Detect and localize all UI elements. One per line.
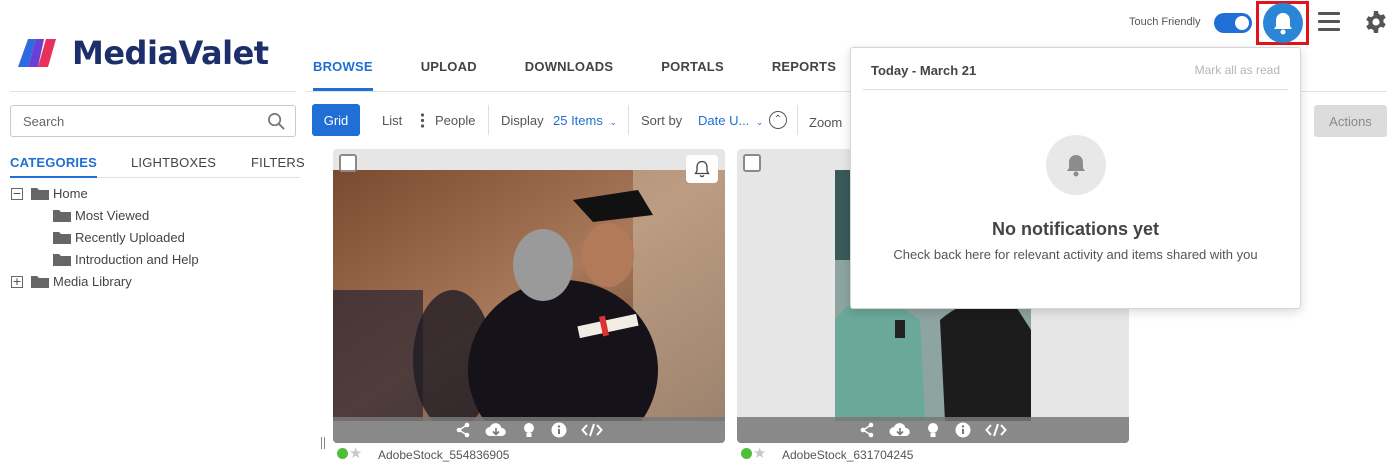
notifications-date-header: Today - March 21	[871, 63, 977, 78]
embed-code-icon[interactable]	[581, 422, 603, 438]
expand-icon[interactable]: +	[11, 275, 23, 288]
tree-item-label: Most Viewed	[75, 208, 150, 223]
star-icon[interactable]: ★	[753, 444, 766, 462]
search-box	[10, 105, 296, 137]
download-cloud-icon[interactable]	[485, 422, 507, 438]
folder-icon	[53, 210, 71, 222]
select-checkbox[interactable]	[743, 154, 761, 172]
empty-state-title: No notifications yet	[991, 219, 1159, 239]
asset-action-bar	[737, 417, 1129, 443]
bell-icon	[694, 160, 710, 178]
nav-browse[interactable]: BROWSE	[313, 59, 373, 91]
notifications-button[interactable]	[1256, 1, 1309, 45]
sort-direction-icon[interactable]: ⌃	[769, 111, 787, 129]
folder-icon	[53, 254, 71, 266]
logo-text: MediaValet	[72, 34, 269, 72]
folder-icon	[53, 232, 71, 244]
status-dot	[741, 448, 752, 459]
mediavalet-logo-mark	[18, 39, 56, 67]
folder-icon	[31, 276, 49, 288]
asset-name[interactable]: AdobeStock_631704245	[782, 448, 913, 462]
notifications-dropdown: Today - March 21 Mark all as read No not…	[850, 47, 1301, 309]
asset-name[interactable]: AdobeStock_554836905	[378, 448, 509, 462]
collapse-icon[interactable]: −	[11, 187, 23, 200]
notifications-divider	[863, 89, 1288, 90]
chevron-down-icon: ⌄	[755, 117, 764, 127]
select-checkbox[interactable]	[339, 154, 357, 172]
bell-icon	[1067, 155, 1085, 177]
tree-item-label: Introduction and Help	[75, 252, 199, 267]
zoom-label: Zoom	[809, 115, 843, 130]
mark-all-read-link[interactable]: Mark all as read	[1195, 63, 1280, 77]
share-icon[interactable]	[455, 422, 471, 438]
tree-item-most-viewed[interactable]: Most Viewed	[53, 208, 149, 223]
tree-item-home[interactable]: − Home	[11, 186, 88, 201]
tree-item-recently-uploaded[interactable]: Recently Uploaded	[53, 230, 185, 245]
bell-icon-circle	[1262, 3, 1303, 43]
people-view-button[interactable]: People	[435, 113, 475, 128]
tree-item-label: Home	[53, 186, 88, 201]
touch-friendly-toggle[interactable]	[1214, 13, 1252, 33]
empty-bell-circle	[1046, 135, 1106, 195]
sort-dropdown[interactable]: Date U... ⌄	[698, 113, 763, 128]
sidebar-tabs: CATEGORIES LIGHTBOXES FILTERS	[10, 155, 305, 178]
sort-label: Sort by	[641, 113, 683, 128]
main-nav: BROWSE UPLOAD DOWNLOADS PORTALS REPORTS	[313, 59, 884, 91]
panel-resize-handle[interactable]	[321, 437, 325, 449]
nav-reports[interactable]: REPORTS	[772, 59, 836, 91]
tree-item-introduction-and-help[interactable]: Introduction and Help	[53, 252, 199, 267]
list-view-button[interactable]: List	[382, 113, 402, 128]
touch-friendly-label: Touch Friendly	[1129, 16, 1201, 28]
search-input[interactable]	[11, 106, 251, 136]
star-icon[interactable]: ★	[349, 444, 362, 462]
share-icon[interactable]	[859, 422, 875, 438]
display-value: 25 Items	[553, 113, 603, 128]
asset-thumbnail[interactable]	[333, 170, 725, 421]
toolbar-separator	[488, 105, 489, 135]
sidebar-divider	[10, 91, 296, 92]
sort-value: Date U...	[698, 113, 750, 128]
tree-item-label: Media Library	[53, 274, 132, 289]
actions-button[interactable]: Actions	[1314, 105, 1387, 137]
info-icon[interactable]	[955, 422, 971, 438]
empty-state-subtitle: Check back here for relevant activity an…	[893, 247, 1258, 262]
embed-code-icon[interactable]	[985, 422, 1007, 438]
download-cloud-icon[interactable]	[889, 422, 911, 438]
toolbar-separator	[797, 105, 798, 135]
lightbulb-icon[interactable]	[925, 422, 941, 438]
search-icon[interactable]	[267, 112, 286, 131]
hamburger-menu-icon[interactable]	[1318, 12, 1340, 32]
tab-lightboxes[interactable]: LIGHTBOXES	[131, 155, 216, 176]
asset-card[interactable]	[333, 149, 725, 443]
gear-icon[interactable]	[1364, 10, 1387, 34]
tab-categories[interactable]: CATEGORIES	[10, 155, 97, 178]
display-label: Display	[501, 113, 544, 128]
subscribe-button[interactable]	[686, 155, 718, 183]
grid-view-button[interactable]: Grid	[312, 104, 360, 136]
toolbar-separator	[628, 105, 629, 135]
lightbulb-icon[interactable]	[521, 422, 537, 438]
bell-icon	[1273, 13, 1292, 35]
tab-filters[interactable]: FILTERS	[251, 155, 305, 176]
kebab-icon	[420, 113, 425, 128]
mediavalet-logo[interactable]: MediaValet	[14, 34, 269, 72]
folder-icon	[31, 188, 49, 200]
info-icon[interactable]	[551, 422, 567, 438]
tree-item-media-library[interactable]: + Media Library	[11, 274, 132, 289]
display-dropdown[interactable]: 25 Items ⌄	[553, 113, 617, 128]
status-dot	[337, 448, 348, 459]
nav-portals[interactable]: PORTALS	[661, 59, 724, 91]
chevron-down-icon: ⌄	[609, 117, 618, 127]
tree-item-label: Recently Uploaded	[75, 230, 185, 245]
nav-upload[interactable]: UPLOAD	[421, 59, 477, 91]
asset-action-bar	[333, 417, 725, 443]
nav-downloads[interactable]: DOWNLOADS	[525, 59, 613, 91]
toggle-knob	[1235, 16, 1249, 30]
